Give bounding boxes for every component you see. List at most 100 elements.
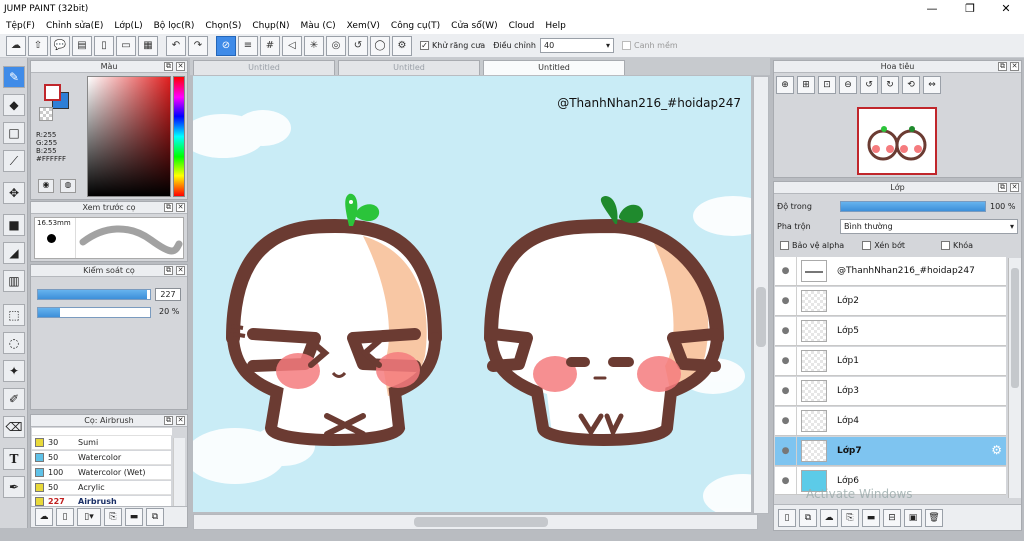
layer-visibility-icon[interactable]: ● bbox=[775, 407, 797, 435]
brush-item-watercolor-wet[interactable]: 100 Watercolor (Wet) bbox=[32, 466, 171, 480]
close-icon[interactable]: ✕ bbox=[1010, 183, 1019, 192]
menu-filter[interactable]: Bộ lọc(R) bbox=[154, 21, 195, 31]
close-icon[interactable]: ✕ bbox=[1010, 62, 1019, 71]
horizontal-scroll-thumb[interactable] bbox=[414, 517, 548, 527]
lasso-tool-icon[interactable]: ◌ bbox=[3, 332, 25, 354]
pen-tool-icon[interactable]: ✎ bbox=[3, 66, 25, 88]
new-layer-icon[interactable]: ▯ bbox=[778, 508, 796, 527]
brush-list-scrollbar[interactable] bbox=[173, 438, 185, 506]
float-icon[interactable]: ⧉ bbox=[998, 183, 1007, 192]
brush-item-sumi[interactable]: 30 Sumi bbox=[32, 436, 171, 450]
maximize-button[interactable]: ❐ bbox=[954, 0, 986, 17]
menu-cloud[interactable]: Cloud bbox=[509, 21, 535, 31]
bucket-tool-icon[interactable]: ◢ bbox=[3, 242, 25, 264]
tab-untitled-2[interactable]: Untitled bbox=[338, 60, 480, 75]
layer-visibility-icon[interactable]: ● bbox=[775, 287, 797, 315]
close-icon[interactable]: ✕ bbox=[176, 266, 185, 275]
layer-row[interactable]: ● Lớp5 bbox=[775, 317, 1006, 346]
zoom-in-icon[interactable]: ⊕ bbox=[776, 76, 794, 94]
float-icon[interactable]: ⧉ bbox=[164, 62, 173, 71]
close-icon[interactable]: ✕ bbox=[176, 416, 185, 425]
vertical-scroll-thumb[interactable] bbox=[756, 287, 766, 347]
brush-item-acrylic[interactable]: 50 Acrylic bbox=[32, 481, 171, 495]
select-eraser-tool-icon[interactable]: ⌫ bbox=[3, 416, 25, 438]
brush-copy-icon[interactable]: ⎘ bbox=[104, 508, 122, 526]
layer-settings-gear-icon[interactable]: ⚙ bbox=[991, 443, 1002, 457]
delete-layer-icon[interactable]: 🗑 bbox=[925, 508, 943, 527]
gradient-tool-icon[interactable]: ▥ bbox=[3, 270, 25, 292]
color-wheel-icon[interactable]: ◍ bbox=[60, 179, 76, 193]
drawing-canvas[interactable]: @ThanhNhan216_#hoidap247 bbox=[193, 76, 751, 512]
transparent-swatch[interactable] bbox=[39, 107, 53, 121]
select-rect-tool-icon[interactable]: ⬚ bbox=[3, 304, 25, 326]
line-tool-icon[interactable]: ⟋ bbox=[3, 150, 25, 172]
layer-visibility-icon[interactable]: ● bbox=[775, 437, 797, 465]
brush-cloud-icon[interactable]: ☁ bbox=[35, 508, 53, 526]
menu-file[interactable]: Tệp(F) bbox=[6, 21, 35, 31]
menu-window[interactable]: Cửa sổ(W) bbox=[451, 21, 497, 31]
canvas-vertical-scrollbar[interactable] bbox=[753, 76, 769, 514]
new-file-icon[interactable]: ▯ bbox=[94, 35, 114, 56]
menu-tools[interactable]: Công cụ(T) bbox=[391, 21, 440, 31]
document-icon[interactable]: ▭ bbox=[116, 35, 136, 56]
layer-row[interactable]: ● Lớp1 bbox=[775, 347, 1006, 376]
zoom-fit-icon[interactable]: ⊞ bbox=[797, 76, 815, 94]
zoom-actual-icon[interactable]: ⊡ bbox=[818, 76, 836, 94]
perspective-snap-icon[interactable]: ◁ bbox=[282, 35, 302, 56]
layer-folder-icon[interactable]: ▬ bbox=[862, 508, 880, 527]
settings-gear-icon[interactable]: ⚙ bbox=[392, 35, 412, 56]
radial-snap-icon[interactable]: ✳ bbox=[304, 35, 324, 56]
blend-mode-select[interactable]: Bình thường ▾ bbox=[840, 219, 1018, 234]
move-tool-icon[interactable]: ✥ bbox=[3, 182, 25, 204]
grid-panel-icon[interactable]: ▦ bbox=[138, 35, 158, 56]
brush-size-slider[interactable] bbox=[37, 289, 151, 300]
menu-help[interactable]: Help bbox=[545, 21, 566, 31]
layer-row[interactable]: ● Lớp4 bbox=[775, 407, 1006, 436]
magic-wand-tool-icon[interactable]: ✦ bbox=[3, 360, 25, 382]
layer-row-selected[interactable]: ● Lớp7 ⚙ bbox=[775, 437, 1006, 466]
layer-row[interactable]: ● @ThanhNhan216_#hoidap247 bbox=[775, 257, 1006, 286]
menu-edit[interactable]: Chỉnh sửa(E) bbox=[46, 21, 103, 31]
select-pen-tool-icon[interactable]: ✐ bbox=[3, 388, 25, 410]
snap-off-icon[interactable]: ⊘ bbox=[216, 35, 236, 56]
menu-layer[interactable]: Lớp(L) bbox=[114, 21, 142, 31]
ellipse-snap-icon[interactable]: ◯ bbox=[370, 35, 390, 56]
navigator-thumbnail[interactable] bbox=[857, 107, 937, 175]
upload-icon[interactable]: ⇧ bbox=[28, 35, 48, 56]
rotate-reset-icon[interactable]: ⟲ bbox=[902, 76, 920, 94]
brush-item-watercolor[interactable]: 50 Watercolor bbox=[32, 451, 171, 465]
rectangle-tool-icon[interactable]: □ bbox=[3, 122, 25, 144]
fill-rect-tool-icon[interactable]: ■ bbox=[3, 214, 25, 236]
menu-select[interactable]: Chọn(S) bbox=[205, 21, 241, 31]
layers-scroll-thumb[interactable] bbox=[1011, 268, 1019, 388]
parallel-snap-icon[interactable]: ≡ bbox=[238, 35, 258, 56]
layer-opacity-slider[interactable] bbox=[840, 201, 986, 212]
minimize-button[interactable]: — bbox=[916, 0, 948, 17]
brush-duplicate-icon[interactable]: ⧉ bbox=[146, 508, 164, 526]
rotate-right-icon[interactable]: ↻ bbox=[881, 76, 899, 94]
close-icon[interactable]: ✕ bbox=[176, 62, 185, 71]
menu-capture[interactable]: Chụp(N) bbox=[252, 21, 289, 31]
canvas-horizontal-scrollbar[interactable] bbox=[193, 514, 758, 530]
palette-icon[interactable]: ◉ bbox=[38, 179, 54, 193]
layer-visibility-icon[interactable]: ● bbox=[775, 377, 797, 405]
snap-checkbox[interactable] bbox=[621, 41, 631, 50]
eyedropper-tool-icon[interactable]: ✒ bbox=[3, 476, 25, 498]
undo-icon[interactable]: ↶ bbox=[166, 35, 186, 56]
brush-folder-icon[interactable]: ▬ bbox=[125, 508, 143, 526]
menu-color[interactable]: Màu (C) bbox=[301, 21, 336, 31]
layer-row[interactable]: ● Lớp3 bbox=[775, 377, 1006, 406]
circle-snap-icon[interactable]: ◎ bbox=[326, 35, 346, 56]
text-tool-icon[interactable]: T bbox=[3, 448, 25, 470]
new-brush-icon[interactable]: ▯ bbox=[56, 508, 74, 526]
clipping-checkbox[interactable] bbox=[862, 241, 872, 250]
layer-mask-icon[interactable]: ▣ bbox=[904, 508, 922, 527]
layer-visibility-icon[interactable]: ● bbox=[775, 347, 797, 375]
merge-layer-icon[interactable]: ⊟ bbox=[883, 508, 901, 527]
layer-copy-icon[interactable]: ⎘ bbox=[841, 508, 859, 527]
layer-visibility-icon[interactable]: ● bbox=[775, 257, 797, 285]
menu-view[interactable]: Xem(V) bbox=[347, 21, 380, 31]
float-icon[interactable]: ⧉ bbox=[164, 203, 173, 212]
layer-visibility-icon[interactable]: ● bbox=[775, 467, 797, 494]
hue-slider[interactable] bbox=[173, 76, 185, 197]
